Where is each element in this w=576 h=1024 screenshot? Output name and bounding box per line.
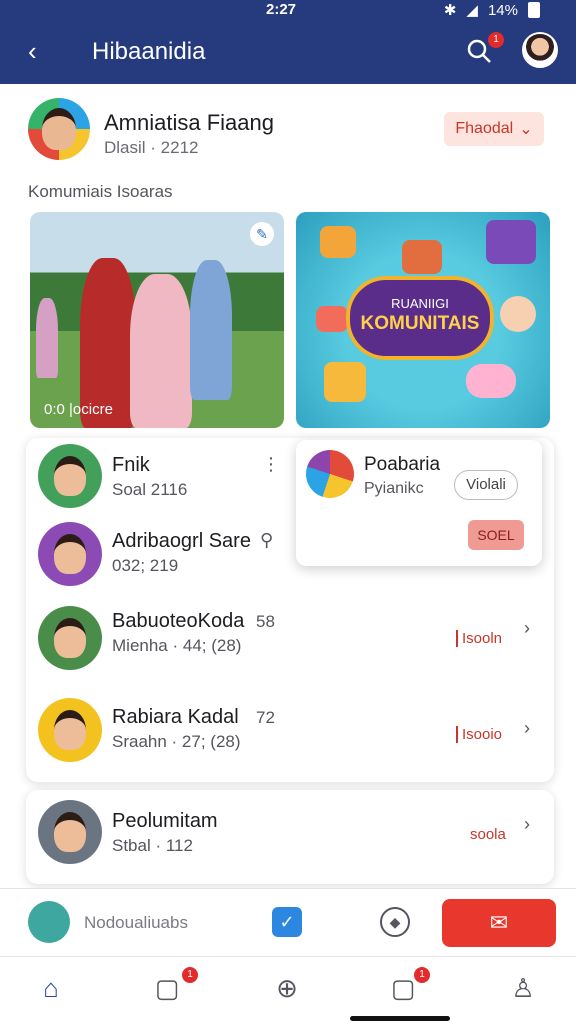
- bluetooth-icon: ✱: [443, 2, 457, 19]
- user-avatar[interactable]: [522, 32, 558, 68]
- list-item[interactable]: Rabiara Kadal 72 Sraahn · 27; (28) Isooi…: [26, 690, 554, 782]
- member-tag: Isooln: [456, 630, 502, 647]
- group-name: Poabaria: [364, 454, 441, 475]
- status-bar: 2:27 ✱ ◢ 14%: [0, 0, 576, 22]
- member-avatar: [38, 522, 102, 586]
- member-count: 72: [256, 708, 275, 727]
- notes-badge: 1: [182, 967, 198, 983]
- member-tag: Isooio: [456, 726, 502, 743]
- member-sub: Mienha · 44; (28): [112, 636, 242, 655]
- list-item[interactable]: BabuoteoKoda 58 Mienha · 44; (28) Isooln…: [26, 598, 554, 690]
- member-sub: Soal 2116: [112, 480, 188, 499]
- community-photo-card[interactable]: ✎ 0:0 |ocicre: [30, 212, 284, 428]
- pin-icon[interactable]: ⚲: [260, 530, 273, 551]
- search-badge: 1: [488, 32, 504, 48]
- signal-icon: ◢: [466, 2, 478, 19]
- community-promo-card[interactable]: RUANIIGI KOMUNITAIS: [296, 212, 550, 428]
- battery-label: 14%: [487, 1, 518, 19]
- member-name: Fnik: [112, 454, 150, 476]
- join-button[interactable]: SOEL: [468, 520, 524, 550]
- chevron-right-icon[interactable]: ›: [524, 718, 530, 739]
- promo-banner: RUANIIGI KOMUNITAIS: [346, 276, 494, 360]
- promo-title: KOMUNITAIS: [360, 313, 480, 334]
- profile-avatar[interactable]: [28, 98, 90, 160]
- add-icon[interactable]: ⊕: [270, 971, 304, 1005]
- category-dropdown[interactable]: Fhaodal ⌄: [444, 112, 544, 146]
- member-name: BabuoteoKoda: [112, 610, 245, 632]
- group-avatar: [306, 450, 354, 498]
- more-options-icon[interactable]: ⋮: [262, 454, 280, 475]
- bottom-tab-bar: ⌂ ▢ 1 ⊕ ▢ 1 ♙: [0, 956, 576, 1024]
- member-name: Peolumitam: [112, 810, 218, 832]
- battery-icon: [528, 2, 540, 18]
- home-indicator: [350, 1016, 450, 1021]
- profile-name: Amniatisa Fiaang: [104, 110, 274, 135]
- member-name: Rabiara Kadal: [112, 706, 239, 728]
- profile-subtitle: Dlasil · 2212: [104, 138, 199, 157]
- chevron-right-icon[interactable]: ›: [524, 618, 530, 639]
- action-bar: Nodoualiuabs ✓ ◆ ✉: [0, 888, 576, 956]
- location-icon[interactable]: ◆: [380, 907, 410, 937]
- compose-input[interactable]: Nodoualiuabs: [84, 913, 188, 933]
- member-sub: Stbal · 112: [112, 836, 193, 855]
- status-time: 2:27: [266, 1, 297, 18]
- member-avatar: [38, 444, 102, 508]
- member-sub: 032; 219: [112, 556, 179, 575]
- group-popup-card[interactable]: Poabaria Pyianikc Violali SOEL: [296, 440, 542, 566]
- chat-badge: 1: [414, 967, 430, 983]
- notes-icon[interactable]: ▢: [150, 971, 184, 1005]
- photo-caption: 0:0 |ocicre: [44, 401, 113, 418]
- header-bar: 2:27 ✱ ◢ 14% ‹ Hibaanidia 1: [0, 0, 576, 84]
- send-button[interactable]: ✉: [442, 899, 556, 947]
- member-avatar: [38, 606, 102, 670]
- page-title: Hibaanidia: [92, 38, 206, 65]
- member-avatar: [38, 698, 102, 762]
- list-item[interactable]: Peolumitam Stbal · 112 soola ›: [26, 790, 554, 884]
- group-sub: Pyianikc: [364, 480, 424, 497]
- checklist-icon[interactable]: ✓: [272, 907, 302, 937]
- status-icons: ✱ ◢ 14%: [444, 1, 540, 19]
- member-tag: soola: [470, 826, 506, 843]
- category-dropdown-label: Fhaodal: [455, 120, 514, 137]
- section-label: Komumiais Isoaras: [28, 182, 173, 201]
- back-arrow-icon[interactable]: ‹: [28, 36, 37, 67]
- chevron-down-icon: ⌄: [519, 121, 533, 138]
- member-avatar: [38, 800, 102, 864]
- view-button[interactable]: Violali: [454, 470, 518, 500]
- share-icon[interactable]: ✎: [250, 222, 274, 246]
- member-sub: Sraahn · 27; (28): [112, 732, 241, 751]
- member-name: Adribaogrl Sare: [112, 530, 251, 552]
- home-icon[interactable]: ⌂: [34, 971, 68, 1005]
- chevron-right-icon[interactable]: ›: [524, 814, 530, 835]
- compose-avatar: [28, 901, 70, 943]
- promo-small-text: RUANIIGI: [391, 296, 449, 311]
- profile-icon[interactable]: ♙: [506, 971, 540, 1005]
- member-count: 58: [256, 612, 275, 631]
